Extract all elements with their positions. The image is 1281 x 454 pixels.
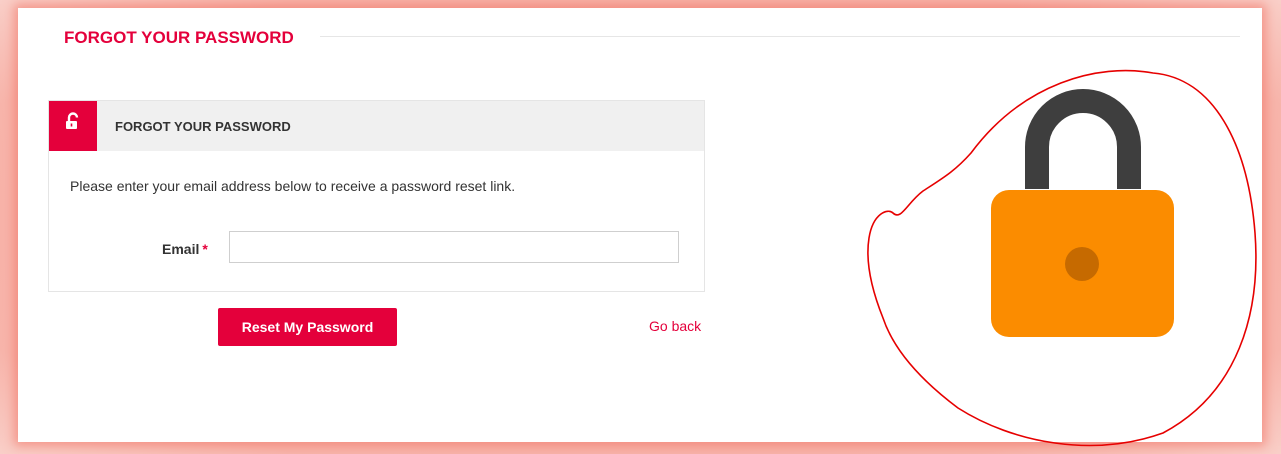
forgot-password-card: FORGOT YOUR PASSWORD Please enter your e… <box>48 100 705 292</box>
email-label: Email * <box>162 241 208 257</box>
page-title: FORGOT YOUR PASSWORD <box>64 28 320 48</box>
required-marker: * <box>202 241 208 257</box>
padlock-shackle <box>1025 89 1141 189</box>
page-panel: FORGOT YOUR PASSWORD FORGOT YOUR PASSWOR… <box>18 8 1262 447</box>
card-header: FORGOT YOUR PASSWORD <box>49 101 704 151</box>
card-description: Please enter your email address below to… <box>70 178 516 194</box>
screenshot-frame: FORGOT YOUR PASSWORD FORGOT YOUR PASSWOR… <box>0 0 1281 454</box>
reset-password-button[interactable]: Reset My Password <box>218 308 397 346</box>
page-title-row: FORGOT YOUR PASSWORD <box>64 28 1240 48</box>
unlock-icon <box>66 112 79 129</box>
card-icon-box <box>49 101 97 151</box>
padlock-keyhole <box>1065 247 1099 281</box>
card-title: FORGOT YOUR PASSWORD <box>115 119 291 134</box>
email-input[interactable] <box>229 231 679 263</box>
go-back-link[interactable]: Go back <box>649 318 701 334</box>
padlock-illustration <box>867 69 1257 447</box>
email-label-text: Email <box>162 241 200 257</box>
